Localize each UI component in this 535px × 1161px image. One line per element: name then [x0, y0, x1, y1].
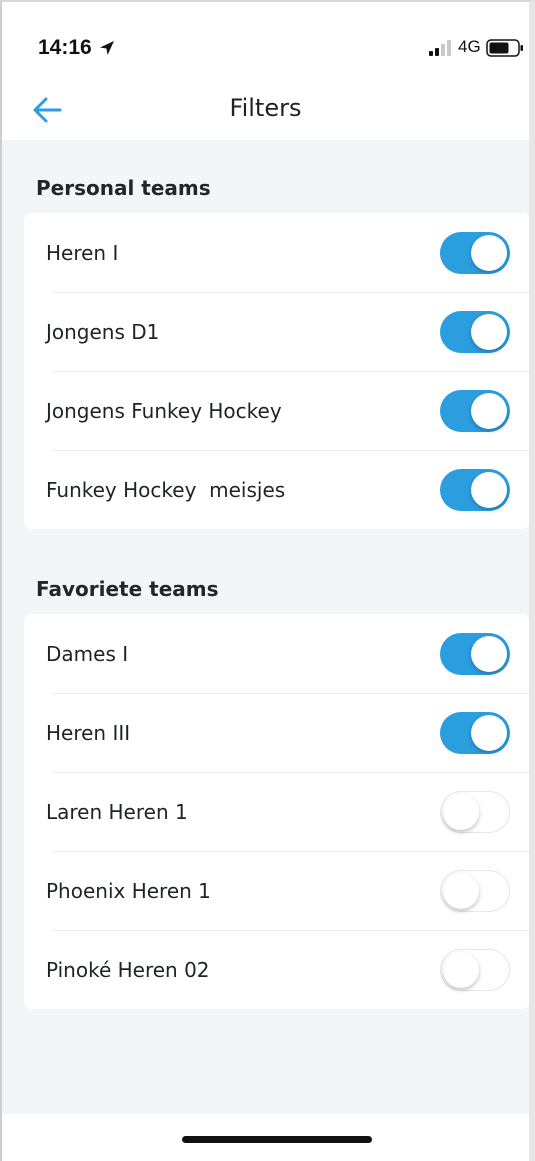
section-title-favorite-teams: Favoriete teams [36, 577, 219, 601]
team-label: Heren I [46, 240, 119, 265]
team-label: Dames I [46, 641, 129, 666]
toggle-knob [443, 873, 479, 909]
team-label: Laren Heren 1 [46, 799, 188, 824]
battery-icon [486, 39, 523, 57]
toggle-knob [471, 393, 507, 429]
toggle-knob [443, 794, 479, 830]
network-type: 4G [458, 37, 481, 56]
team-toggle[interactable] [440, 870, 510, 912]
team-label: Jongens D1 [46, 319, 160, 344]
team-label: Phoenix Heren 1 [46, 878, 211, 903]
list-item: Jongens D1 [24, 292, 529, 371]
toggle-knob [471, 314, 507, 350]
team-toggle[interactable] [440, 791, 510, 833]
team-toggle[interactable] [440, 232, 510, 274]
list-item: Pinoké Heren 02 [24, 930, 529, 1009]
list-item: Heren III [24, 693, 529, 772]
team-toggle[interactable] [440, 712, 510, 754]
toggle-knob [471, 472, 507, 508]
list-item: Laren Heren 1 [24, 772, 529, 851]
toggle-knob [443, 952, 479, 988]
list-item: Funkey Hockey meisjes [24, 450, 529, 529]
toggle-knob [471, 235, 507, 271]
status-time: 14:16 [38, 36, 92, 59]
list-item: Jongens Funkey Hockey [24, 371, 529, 450]
team-label: Funkey Hockey meisjes [46, 477, 286, 502]
team-toggle[interactable] [440, 633, 510, 675]
list-item: Dames I [24, 614, 529, 693]
list-item: Phoenix Heren 1 [24, 851, 529, 930]
favorite-teams-list: Dames I Heren III Laren Heren 1 Phoenix … [24, 614, 529, 1009]
home-indicator[interactable] [182, 1136, 372, 1143]
nav-header: Filters [2, 80, 529, 140]
status-bar: 14:16 4G [2, 2, 529, 80]
signal-icon [429, 40, 451, 56]
team-toggle[interactable] [440, 311, 510, 353]
location-arrow-icon [100, 41, 114, 55]
list-item: Heren I [24, 213, 529, 292]
team-toggle[interactable] [440, 390, 510, 432]
team-toggle[interactable] [440, 469, 510, 511]
app-screen: 14:16 4G Filters Personal teams Heren I [0, 0, 535, 1161]
bottom-bar [2, 1114, 529, 1161]
team-toggle[interactable] [440, 949, 510, 991]
personal-teams-list: Heren I Jongens D1 Jongens Funkey Hockey… [24, 213, 529, 529]
team-label: Pinoké Heren 02 [46, 957, 210, 982]
page-title: Filters [229, 94, 302, 122]
team-label: Heren III [46, 720, 131, 745]
team-label: Jongens Funkey Hockey [46, 398, 282, 423]
section-title-personal-teams: Personal teams [36, 176, 211, 200]
toggle-knob [471, 636, 507, 672]
toggle-knob [471, 715, 507, 751]
